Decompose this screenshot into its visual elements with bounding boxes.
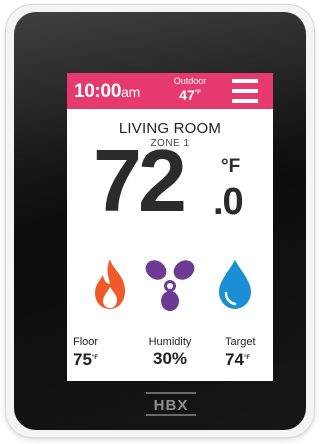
outdoor-temperature: 47°F [167, 87, 213, 103]
temperature-unit: °F [221, 156, 241, 177]
target-value-group: 74°F [225, 349, 256, 369]
humidity-value: 30% [152, 349, 188, 368]
target-temperature[interactable]: Target 74°F [225, 336, 256, 369]
target-unit: °F [243, 355, 250, 361]
target-label: Target [225, 336, 256, 348]
hamburger-icon-bar [232, 79, 258, 83]
logo-bar [146, 414, 196, 416]
cool-mode-button[interactable] [213, 257, 263, 311]
target-value: 74 [225, 350, 244, 369]
clock: 10:00am [74, 81, 140, 103]
fan-mode-button[interactable] [143, 257, 195, 311]
floor-label: Floor [73, 336, 99, 348]
outdoor-label: Outdoor [173, 76, 207, 86]
outdoor-temperature-value: 47 [179, 87, 195, 103]
thermostat-product-image: 10:00am Outdoor 47°F LIVING ROOM ZONE 1 … [0, 0, 323, 444]
thermostat-screen: 10:00am Outdoor 47°F LIVING ROOM ZONE 1 … [67, 73, 273, 381]
fan-icon [145, 260, 195, 311]
menu-button[interactable] [232, 79, 258, 103]
flame-icon [95, 259, 125, 309]
status-bar: 10:00am Outdoor 47°F [67, 73, 273, 109]
logo-bar [146, 392, 196, 394]
hamburger-icon-bar [232, 99, 258, 103]
water-drop-icon [219, 260, 251, 309]
humidity-label: Humidity [148, 336, 192, 348]
temperature-decimal: .0 [213, 181, 244, 223]
current-temperature: 72 [93, 131, 187, 230]
logo-text: HBX [153, 397, 189, 414]
clock-ampm: am [121, 84, 140, 100]
heat-mode-button[interactable] [85, 257, 135, 311]
brand-logo: HBX [145, 392, 197, 416]
floor-temperature: Floor 75°F [73, 336, 98, 369]
floor-value-group: 75°F [73, 349, 98, 369]
clock-time: 10:00 [74, 81, 122, 102]
humidity: Humidity 30% [139, 336, 201, 368]
outdoor-temperature-unit: °F [194, 90, 201, 96]
floor-value: 75 [73, 350, 92, 369]
hamburger-icon-bar [232, 89, 258, 93]
floor-unit: °F [91, 355, 98, 361]
